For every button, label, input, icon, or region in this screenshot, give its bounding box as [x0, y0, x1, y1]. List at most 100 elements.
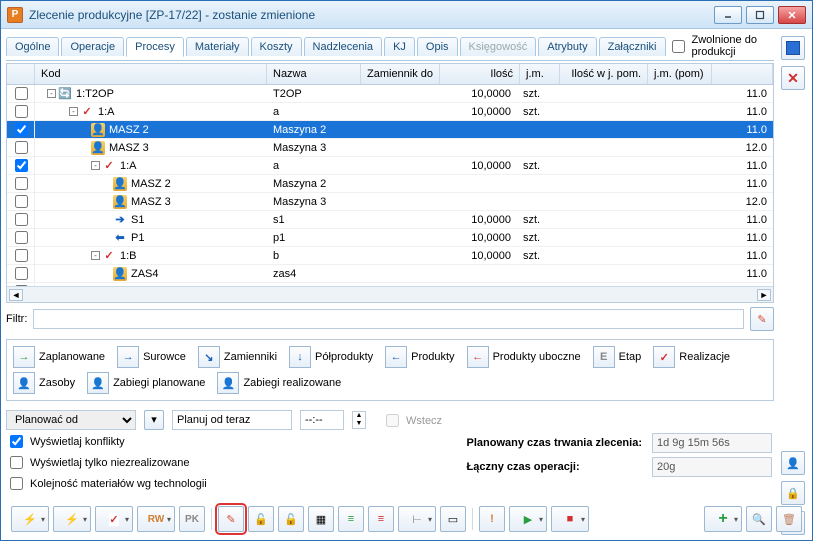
row-checkbox[interactable]	[15, 105, 28, 118]
row-checkbox[interactable]	[15, 159, 28, 172]
plan-from-input[interactable]	[172, 410, 292, 430]
grid-body[interactable]: -🔄 1:T2OPT2OP10,0000szt.11.0-✓ 1:Aa10,00…	[7, 85, 773, 286]
row-checkbox[interactable]	[15, 249, 28, 262]
show-conflicts-checkbox[interactable]	[10, 435, 23, 448]
tab-koszty[interactable]: Koszty	[251, 37, 302, 56]
user-action-button[interactable]: 👤	[781, 451, 805, 475]
row-checkbox[interactable]	[15, 87, 28, 100]
table-row[interactable]: 👤 MASZ 3Maszyna 312.0	[7, 139, 773, 157]
cancel-button[interactable]: ✕	[781, 66, 805, 90]
branch-button[interactable]: ⊢	[398, 506, 436, 532]
free-to-production[interactable]: Zwolnione do produkcji	[668, 34, 775, 58]
save-button[interactable]	[781, 36, 805, 60]
doc-button[interactable]: ▭	[440, 506, 466, 532]
tab-materiały[interactable]: Materiały	[186, 37, 249, 56]
tab-księgowość[interactable]: Księgowość	[460, 37, 537, 56]
row-checkbox[interactable]	[15, 141, 28, 154]
table-row[interactable]: -✓ 1:Bb10,0000szt.11.0	[7, 283, 773, 286]
chart-1-button[interactable]: ▦	[308, 506, 334, 532]
row-kod: MASZ 3	[131, 196, 171, 208]
filter-input[interactable]	[33, 309, 744, 329]
row-checkbox[interactable]	[15, 177, 28, 190]
redcheck-button[interactable]: ✓	[95, 506, 133, 532]
time-stepper[interactable]: ▲ ▼	[352, 411, 366, 429]
legend-icon: 👤	[13, 372, 35, 394]
row-checkbox[interactable]	[15, 285, 28, 286]
col-kod[interactable]: Kod	[35, 64, 267, 84]
lock-open-button[interactable]: 🔓	[248, 506, 274, 532]
pk-button[interactable]: PK	[179, 506, 205, 532]
row-last: 11.0	[709, 88, 773, 100]
table-row[interactable]: 👤 MASZ 2Maszyna 211.0	[7, 121, 773, 139]
table-row[interactable]: -✓ 1:Aa10,0000szt.11.0	[7, 157, 773, 175]
plan-mode-select[interactable]: Planować od	[6, 410, 136, 430]
add-button[interactable]: +	[704, 506, 742, 532]
plus-icon: +	[718, 510, 727, 528]
row-checkbox[interactable]	[15, 267, 28, 280]
tab-operacje[interactable]: Operacje	[61, 37, 124, 56]
wstecz-checkbox-wrap[interactable]: Wstecz	[382, 411, 442, 430]
col-jmpom[interactable]: j.m. (pom)	[648, 64, 712, 84]
col-jm[interactable]: j.m.	[520, 64, 560, 84]
row-ilosc: 10,0000	[437, 286, 517, 287]
free-to-production-checkbox[interactable]	[672, 40, 685, 53]
table-row[interactable]: -✓ 1:Aa10,0000szt.11.0	[7, 103, 773, 121]
plan-time-input[interactable]	[300, 410, 344, 430]
table-row[interactable]: ⬅ P1p110,0000szt.11.0	[7, 229, 773, 247]
row-checkbox[interactable]	[15, 123, 28, 136]
tree-expander[interactable]: -	[91, 251, 100, 260]
tab-załączniki[interactable]: Załączniki	[599, 37, 666, 56]
gantt-1-button[interactable]: ≡	[338, 506, 364, 532]
row-checkbox[interactable]	[15, 195, 28, 208]
minimize-button[interactable]	[714, 6, 742, 24]
tab-ogólne[interactable]: Ogólne	[6, 37, 59, 56]
row-last: 11.0	[709, 232, 773, 244]
table-row[interactable]: 👤 MASZ 2Maszyna 211.0	[7, 175, 773, 193]
material-order-checkbox[interactable]	[10, 477, 23, 490]
tree-expander[interactable]: -	[69, 107, 78, 116]
play-button[interactable]: ▶	[509, 506, 547, 532]
lightning-1-button[interactable]: ⚡	[11, 506, 49, 532]
lock-button[interactable]: 🔒	[781, 481, 805, 505]
show-unrealized-checkbox[interactable]	[10, 456, 23, 469]
col-nazwa[interactable]: Nazwa	[267, 64, 361, 84]
table-row[interactable]: 👤 MASZ 3Maszyna 312.0	[7, 193, 773, 211]
table-row[interactable]: ➔ S1s110,0000szt.11.0	[7, 211, 773, 229]
tab-opis[interactable]: Opis	[417, 37, 458, 56]
row-checkbox[interactable]	[15, 231, 28, 244]
horizontal-scrollbar[interactable]: ◄ ►	[7, 286, 773, 302]
legend-label: Realizacje	[679, 351, 730, 363]
tab-nadzlecenia[interactable]: Nadzlecenia	[304, 37, 383, 56]
rw-button[interactable]: RW	[137, 506, 175, 532]
filter-edit-button[interactable]: ✎	[750, 307, 774, 331]
legend-label: Zaplanowane	[39, 351, 105, 363]
lock-green-button[interactable]: 🔓	[278, 506, 304, 532]
delete-button[interactable]: 🗑	[776, 506, 802, 532]
zoom-button[interactable]: 🔍	[746, 506, 772, 532]
tree-expander[interactable]: -	[91, 161, 100, 170]
plan-mode-dropdown-button[interactable]: ▾	[144, 410, 164, 430]
row-nazwa: zas4	[267, 268, 361, 280]
tab-kj[interactable]: KJ	[384, 37, 415, 56]
scroll-right-icon[interactable]: ►	[757, 289, 771, 301]
col-zamiennik[interactable]: Zamiennik do	[361, 64, 440, 84]
col-iloscjp[interactable]: Ilość w j. pom.	[560, 64, 648, 84]
table-row[interactable]: -🔄 1:T2OPT2OP10,0000szt.11.0	[7, 85, 773, 103]
tab-procesy[interactable]: Procesy	[126, 37, 184, 57]
row-checkbox[interactable]	[15, 213, 28, 226]
gantt-2-button[interactable]: ≡	[368, 506, 394, 532]
stop-button[interactable]: ■	[551, 506, 589, 532]
table-row[interactable]: -✓ 1:Bb10,0000szt.11.0	[7, 247, 773, 265]
close-button[interactable]	[778, 6, 806, 24]
exclaim-button[interactable]: !	[479, 506, 505, 532]
table-row[interactable]: 👤 ZAS4zas411.0	[7, 265, 773, 283]
scroll-left-icon[interactable]: ◄	[9, 289, 23, 301]
maximize-button[interactable]	[746, 6, 774, 24]
tab-atrybuty[interactable]: Atrybuty	[538, 37, 596, 56]
lightning-2-button[interactable]: ⚡	[53, 506, 91, 532]
legend-label: Zamienniki	[224, 351, 277, 363]
highlighted-action-button[interactable]: ✎	[218, 506, 244, 532]
row-last: 11.0	[709, 160, 773, 172]
tree-expander[interactable]: -	[47, 89, 56, 98]
col-ilosc[interactable]: Ilość	[440, 64, 520, 84]
